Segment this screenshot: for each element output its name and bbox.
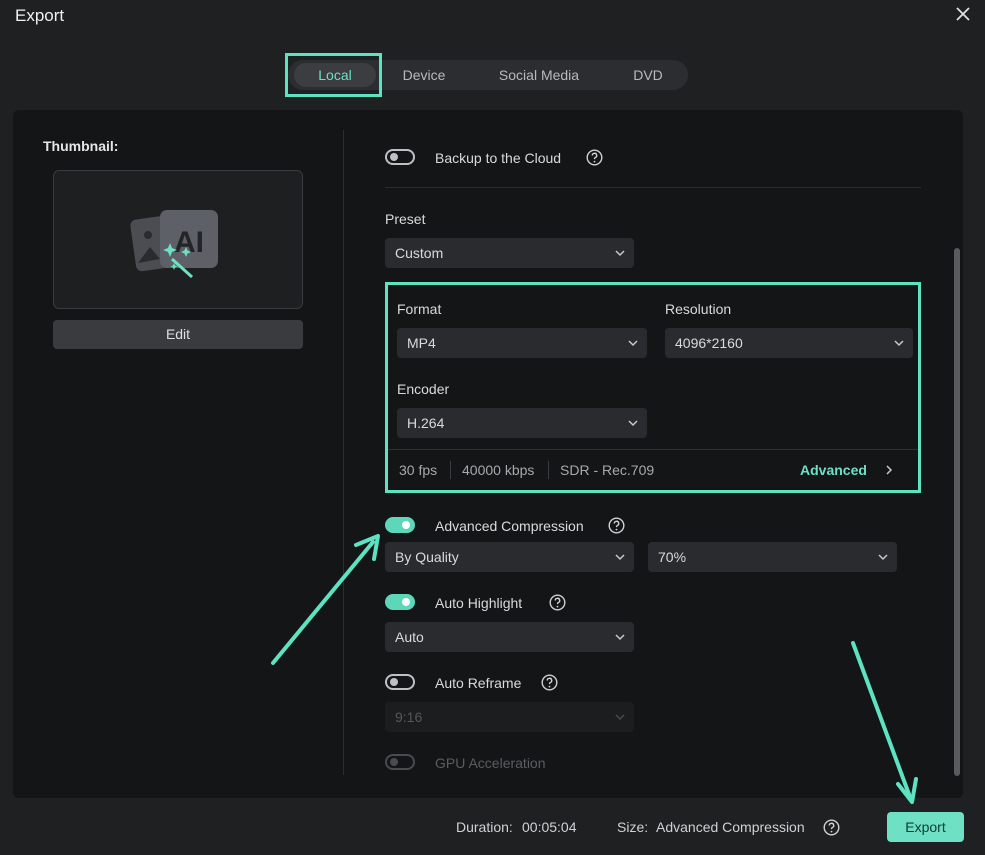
resolution-value: 4096*2160: [675, 335, 743, 351]
duration-value: 00:05:04: [522, 819, 577, 835]
advanced-compression-label: Advanced Compression: [435, 518, 584, 534]
encoder-select[interactable]: H.264: [397, 408, 647, 438]
gpu-acceleration-toggle: [385, 754, 415, 770]
chevron-right-icon[interactable]: [884, 464, 894, 476]
edit-thumbnail-button[interactable]: Edit: [53, 320, 303, 349]
auto-highlight-toggle[interactable]: [385, 594, 415, 610]
resolution-label: Resolution: [665, 301, 732, 317]
stat-separator: [548, 461, 549, 479]
svg-text:AI: AI: [174, 226, 204, 259]
help-icon[interactable]: [608, 517, 625, 534]
chevron-down-icon: [894, 340, 904, 347]
tab-social-media[interactable]: Social Media: [484, 60, 594, 90]
duration-label: Duration:: [456, 819, 513, 835]
auto-reframe-value: 9:16: [395, 709, 423, 725]
panel-divider: [343, 130, 344, 775]
chevron-down-icon: [615, 634, 625, 641]
format-label: Format: [397, 301, 442, 317]
size-label: Size:: [617, 819, 649, 835]
resolution-select[interactable]: 4096*2160: [665, 328, 913, 358]
bitrate-stat: 40000 kbps: [462, 462, 535, 478]
tab-highlight-frame: [285, 53, 382, 97]
compression-mode-value: By Quality: [395, 549, 459, 565]
format-select[interactable]: MP4: [397, 328, 647, 358]
auto-reframe-label: Auto Reframe: [435, 675, 522, 691]
chevron-down-icon: [615, 250, 625, 257]
size-value: Advanced Compression: [656, 819, 805, 835]
help-icon[interactable]: [823, 819, 840, 836]
section-divider: [385, 187, 921, 188]
preset-label: Preset: [385, 211, 426, 227]
compression-quality-value: 70%: [658, 549, 687, 565]
thumbnail-preview: AI: [53, 170, 303, 309]
export-button[interactable]: Export: [887, 812, 964, 842]
auto-highlight-value: Auto: [395, 629, 424, 645]
chevron-down-icon: [615, 554, 625, 561]
auto-reframe-toggle[interactable]: [385, 674, 415, 690]
format-divider: [388, 449, 918, 450]
gpu-acceleration-label: GPU Acceleration: [435, 755, 546, 771]
format-value: MP4: [407, 335, 436, 351]
encoder-label: Encoder: [397, 381, 450, 397]
help-icon[interactable]: [541, 674, 558, 691]
scrollbar-thumb[interactable]: [954, 248, 960, 776]
compression-quality-select[interactable]: 70%: [648, 542, 897, 572]
help-icon[interactable]: [549, 594, 566, 611]
auto-highlight-label: Auto Highlight: [435, 595, 523, 611]
color-space-stat: SDR - Rec.709: [560, 462, 655, 478]
window-title: Export: [15, 6, 65, 25]
chevron-down-icon: [628, 340, 638, 347]
stat-separator: [450, 461, 451, 479]
help-icon[interactable]: [586, 149, 603, 166]
encoder-value: H.264: [407, 415, 445, 431]
advanced-settings-link[interactable]: Advanced: [800, 462, 867, 478]
fps-stat: 30 fps: [399, 462, 438, 478]
chevron-down-icon: [628, 420, 638, 427]
auto-reframe-select: 9:16: [385, 702, 634, 732]
tab-device[interactable]: Device: [384, 60, 464, 90]
backup-cloud-toggle[interactable]: [385, 149, 415, 165]
compression-mode-select[interactable]: By Quality: [385, 542, 634, 572]
advanced-compression-toggle[interactable]: [385, 517, 415, 533]
thumbnail-label: Thumbnail:: [43, 138, 119, 154]
chevron-down-icon: [878, 554, 888, 561]
backup-cloud-label: Backup to the Cloud: [435, 150, 562, 166]
tab-dvd[interactable]: DVD: [608, 60, 688, 90]
auto-highlight-select[interactable]: Auto: [385, 622, 634, 652]
preset-select[interactable]: Custom: [385, 238, 634, 268]
chevron-down-icon: [615, 714, 625, 721]
ai-image-icon: AI: [130, 210, 218, 279]
close-icon[interactable]: [953, 4, 973, 24]
preset-value: Custom: [395, 245, 444, 261]
